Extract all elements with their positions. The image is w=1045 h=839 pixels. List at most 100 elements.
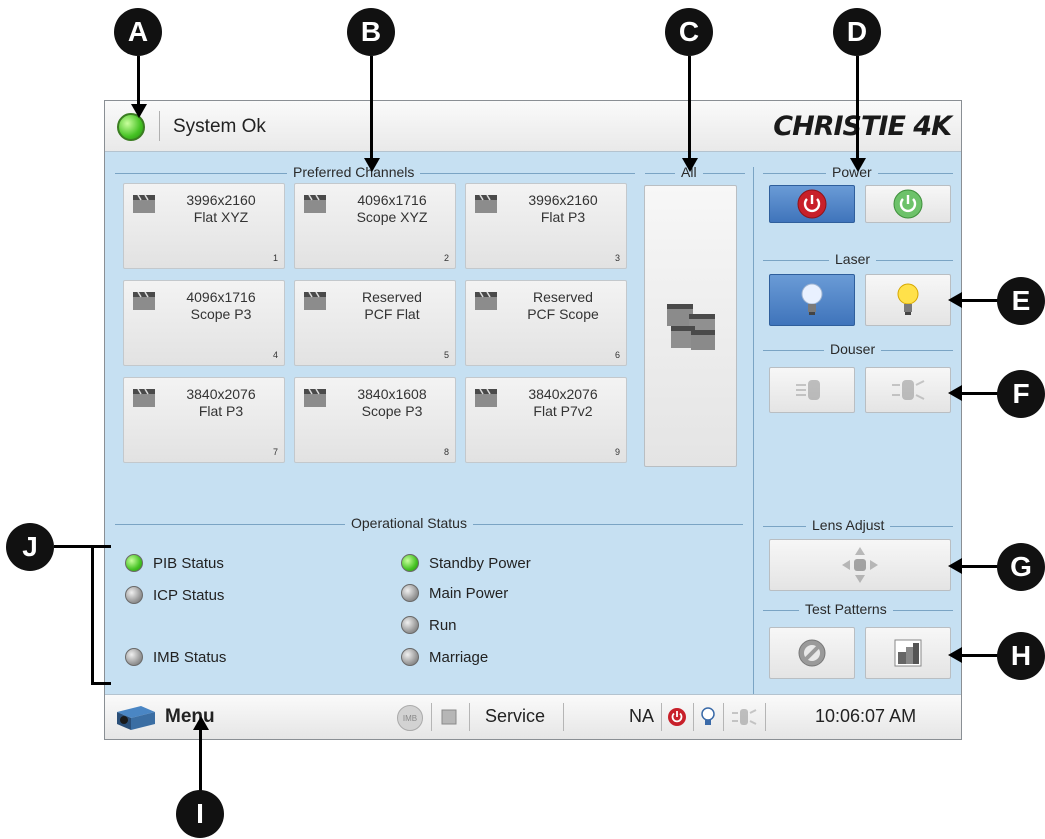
- laser-off-button[interactable]: [769, 274, 855, 326]
- callout-j: J: [6, 523, 54, 571]
- icp-status-label: ICP Status: [153, 587, 225, 604]
- status-separator: [159, 111, 160, 141]
- callout-i: I: [176, 790, 224, 838]
- brand-logo: CHRISTIE 4K: [773, 111, 952, 142]
- channel-button-8[interactable]: 3840x1608 Scope P3 8: [294, 377, 456, 463]
- channel-resolution: 3996x2160: [528, 192, 598, 208]
- status-run: Run: [401, 616, 457, 635]
- callout-j-bracket-top: [91, 545, 111, 548]
- callout-a: A: [114, 8, 162, 56]
- callout-j-bracket-v: [91, 545, 94, 685]
- preferred-channels-title: Preferred Channels: [287, 164, 421, 180]
- channel-label: Reserved PCF Scope: [506, 289, 620, 323]
- run-label: Run: [429, 617, 457, 634]
- clapperboard-icon: [304, 291, 326, 310]
- channel-label: 4096x1716 Scope XYZ: [335, 192, 449, 226]
- pib-status-led: [125, 554, 143, 573]
- channel-resolution: 3840x2076: [186, 386, 256, 402]
- channel-label: 3840x2076 Flat P7v2: [506, 386, 620, 420]
- clapperboard-icon: [475, 388, 497, 407]
- channel-number: 5: [443, 350, 449, 360]
- channel-button-6[interactable]: Reserved PCF Scope 6: [465, 280, 627, 366]
- bottom-separator: [765, 703, 766, 731]
- imb-status-label: IMB Status: [153, 649, 227, 666]
- channel-button-5[interactable]: Reserved PCF Flat 5: [294, 280, 456, 366]
- bottom-separator: [431, 703, 432, 731]
- douser-close-button[interactable]: [769, 367, 855, 413]
- douser-state-icon: [732, 709, 757, 725]
- channel-button-7[interactable]: 3840x2076 Flat P3 7: [123, 377, 285, 463]
- callout-d: D: [833, 8, 881, 56]
- channel-button-3[interactable]: 3996x2160 Flat P3 3: [465, 183, 627, 269]
- standby-power-led: [401, 554, 419, 573]
- right-panel-divider: [753, 167, 754, 695]
- status-pib: PIB Status: [125, 554, 224, 573]
- douser-open-button[interactable]: [865, 367, 951, 413]
- callout-i-arrow: [193, 716, 209, 730]
- channel-resolution: Reserved: [362, 289, 422, 305]
- callout-g-leader: [960, 565, 1000, 568]
- service-status[interactable]: Service: [485, 706, 545, 727]
- system-status-text: System Ok: [173, 116, 266, 137]
- lens-adjust-title: Lens Adjust: [806, 517, 891, 533]
- test-pattern-button[interactable]: [865, 627, 951, 679]
- status-main-power: Main Power: [401, 584, 509, 603]
- callout-f-leader: [960, 392, 1000, 395]
- channel-label: 4096x1716 Scope P3: [164, 289, 278, 323]
- channel-button-4[interactable]: 4096x1716 Scope P3 4: [123, 280, 285, 366]
- channel-button-1[interactable]: 3996x2160 Flat XYZ 1: [123, 183, 285, 269]
- bulb-on-icon: [897, 283, 919, 315]
- bottom-separator: [723, 703, 724, 731]
- main-power-led: [401, 584, 419, 603]
- callout-c-leader: [688, 56, 691, 162]
- callout-j-bracket-bottom: [91, 682, 111, 685]
- bottom-separator: [563, 703, 564, 731]
- marriage-led: [401, 648, 419, 667]
- callout-f: F: [997, 370, 1045, 418]
- storage-icon: [441, 709, 457, 725]
- channel-button-2[interactable]: 4096x1716 Scope XYZ 2: [294, 183, 456, 269]
- power-on-button[interactable]: [865, 185, 951, 223]
- douser-open-icon: [892, 380, 925, 400]
- channel-button-9[interactable]: 3840x2076 Flat P7v2 9: [465, 377, 627, 463]
- bulb-off-icon: [801, 283, 823, 315]
- callout-h: H: [997, 632, 1045, 680]
- clapperboard-icon: [475, 291, 497, 310]
- channel-resolution: 3996x2160: [186, 192, 256, 208]
- callout-d-leader: [856, 56, 859, 162]
- callout-j-leader: [54, 545, 94, 548]
- channel-format: Flat P3: [540, 209, 586, 225]
- laser-title: Laser: [829, 251, 877, 267]
- clapperboard-icon: [304, 388, 326, 407]
- channel-number: 8: [443, 447, 449, 457]
- callout-f-arrow: [948, 385, 962, 401]
- bottom-separator: [693, 703, 694, 731]
- channel-format: PCF Scope: [527, 306, 599, 322]
- clapperboard-icon: [133, 194, 155, 213]
- callout-a-leader: [137, 56, 140, 108]
- channel-label: 3840x1608 Scope P3: [335, 386, 449, 420]
- all-channels-button[interactable]: [644, 185, 737, 467]
- channel-number: 6: [614, 350, 620, 360]
- no-test-pattern-button[interactable]: [769, 627, 855, 679]
- channel-resolution: 3840x1608: [357, 386, 427, 402]
- callout-a-arrow: [131, 104, 147, 118]
- channel-number: 3: [614, 253, 620, 263]
- power-off-button[interactable]: [769, 185, 855, 223]
- menu-button[interactable]: Menu: [115, 699, 235, 735]
- lens-adjust-button[interactable]: [769, 539, 951, 591]
- laser-on-button[interactable]: [865, 274, 951, 326]
- standby-power-label: Standby Power: [429, 555, 531, 572]
- channel-label: 3840x2076 Flat P3: [164, 386, 278, 420]
- status-marriage: Marriage: [401, 648, 488, 667]
- channel-format: Flat P7v2: [533, 403, 593, 419]
- callout-b-leader: [370, 56, 373, 162]
- power-on-icon: [893, 189, 923, 219]
- main-power-label: Main Power: [429, 585, 509, 602]
- imb-indicator-label: IMB: [402, 713, 418, 723]
- callout-b: B: [347, 8, 395, 56]
- channel-resolution: Reserved: [533, 289, 593, 305]
- clock: 10:06:07 AM: [815, 706, 917, 726]
- channel-format: Scope P3: [190, 306, 252, 322]
- status-icp: ICP Status: [125, 586, 225, 605]
